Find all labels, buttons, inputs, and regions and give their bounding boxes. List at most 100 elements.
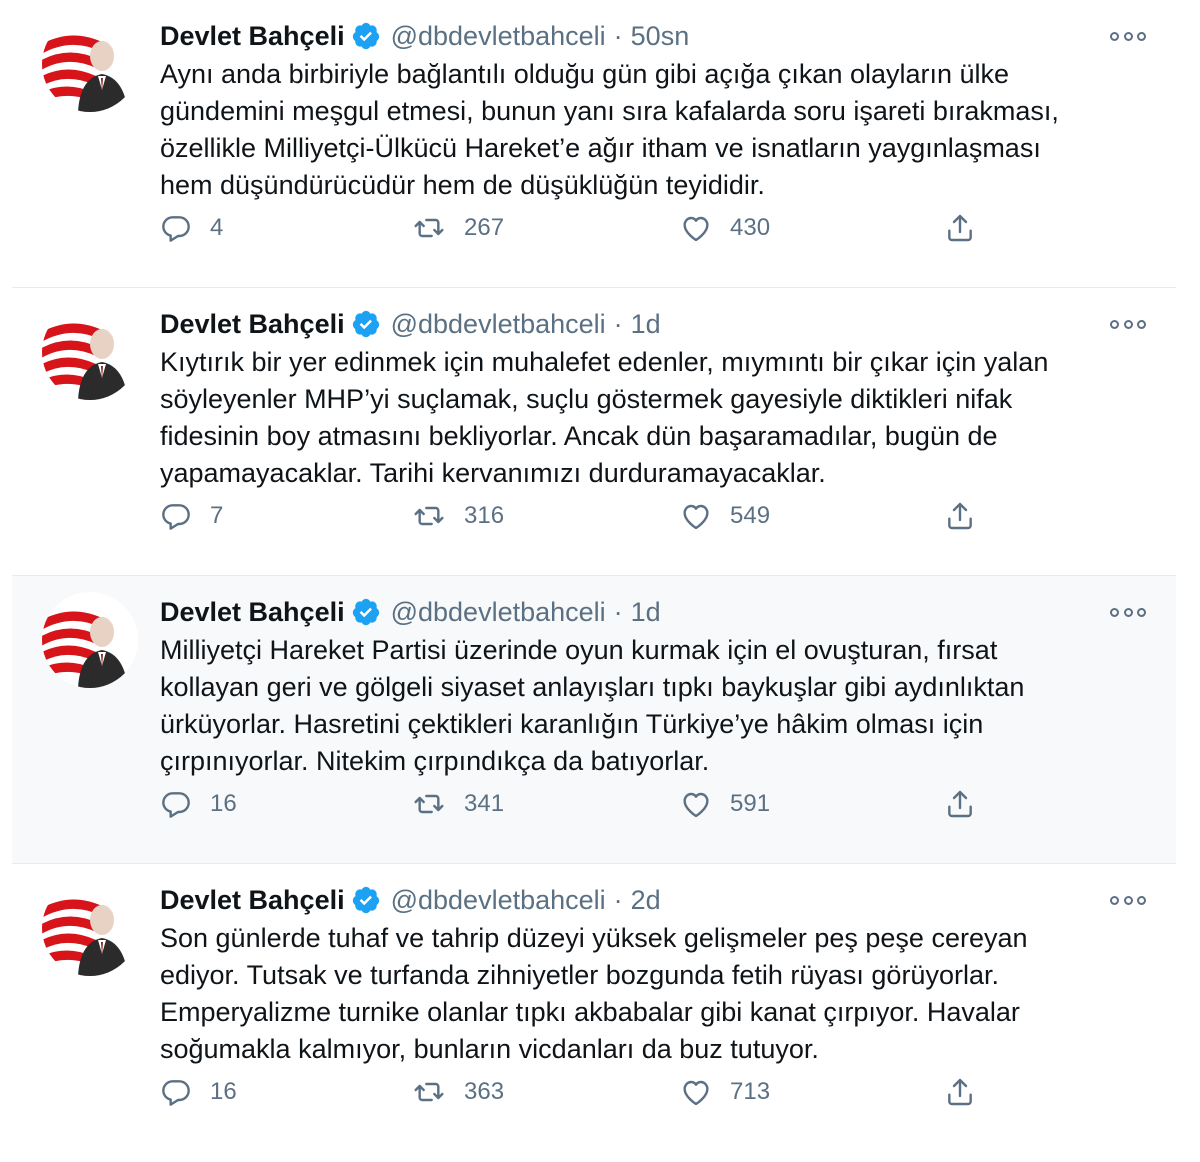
tweet-text-line: söyleyenler MHP’yi suçlamak, suçlu göste… (160, 384, 1013, 414)
tweet-text-line: ürküyorlar. Hasretini çektikleri karanlı… (160, 709, 984, 739)
tweet-text: Son günlerde tuhaf ve tahrip düzeyi yüks… (160, 920, 1150, 1068)
reply-icon (160, 212, 192, 244)
retweet-count: 341 (464, 790, 505, 817)
share-button[interactable] (944, 1074, 976, 1110)
retweet-button[interactable]: 316 (412, 498, 504, 534)
like-button[interactable]: 591 (680, 786, 770, 822)
share-icon (944, 1076, 976, 1108)
retweet-icon (412, 212, 446, 244)
tweet-text-line: yapamayacaklar. Tarihi kervanımızı durdu… (160, 458, 826, 488)
tweet-text-line: soğumakla kalmıyor, bunların vicdanları … (160, 1034, 819, 1064)
retweet-button[interactable]: 267 (412, 210, 504, 246)
more-options-icon[interactable] (1110, 602, 1146, 622)
tweet-card[interactable]: Devlet Bahçeli @dbdevletbahceli · 1d Kıy… (12, 288, 1176, 576)
tweet-card[interactable]: Devlet Bahçeli @dbdevletbahceli · 2d Son… (12, 864, 1176, 1144)
like-button[interactable]: 430 (680, 210, 770, 246)
like-count: 549 (730, 502, 771, 529)
retweet-icon (412, 788, 446, 820)
tweet-text-line: Emperyalizme turnike olanlar tıpkı akbab… (160, 997, 1020, 1027)
author-name[interactable]: Devlet Bahçeli (160, 597, 345, 628)
reply-button[interactable]: 16 (160, 1074, 237, 1110)
tweet-text-line: çırpınıyorlar. Nitekim çırpındıkça da ba… (160, 746, 710, 776)
retweet-button[interactable]: 363 (412, 1074, 504, 1110)
like-count: 430 (730, 214, 771, 241)
share-button[interactable] (944, 210, 976, 246)
reply-icon (160, 500, 192, 532)
tweet-text-line: Milliyetçi Hareket Partisi üzerinde oyun… (160, 635, 998, 665)
verified-badge-icon (351, 21, 381, 51)
author-handle[interactable]: @dbdevletbahceli (391, 885, 606, 916)
reply-icon (160, 1076, 192, 1108)
share-button[interactable] (944, 498, 976, 534)
tweet-timestamp[interactable]: 50sn (631, 21, 690, 52)
reply-button[interactable]: 4 (160, 210, 223, 246)
author-name[interactable]: Devlet Bahçeli (160, 21, 345, 52)
party-logo-portrait-icon (42, 880, 138, 976)
avatar[interactable] (42, 592, 138, 688)
heart-icon (680, 500, 712, 532)
author-name[interactable]: Devlet Bahçeli (160, 885, 345, 916)
share-icon (944, 500, 976, 532)
like-count: 591 (730, 790, 771, 817)
more-options-icon[interactable] (1110, 890, 1146, 910)
like-button[interactable]: 549 (680, 498, 770, 534)
author-handle[interactable]: @dbdevletbahceli (391, 21, 606, 52)
separator: · (613, 20, 623, 51)
tweet-text: Milliyetçi Hareket Partisi üzerinde oyun… (160, 632, 1150, 780)
share-button[interactable] (944, 786, 976, 822)
party-logo-portrait-icon (42, 16, 138, 112)
more-options-icon[interactable] (1110, 314, 1146, 334)
tweet-text-line: Kıytırık bir yer edinmek için muhalefet … (160, 347, 1049, 377)
avatar[interactable] (42, 304, 138, 400)
tweet-header: Devlet Bahçeli @dbdevletbahceli · 1d (160, 592, 661, 632)
reply-button[interactable]: 16 (160, 786, 237, 822)
reply-icon (160, 788, 192, 820)
verified-badge-icon (351, 309, 381, 339)
tweet-text: Kıytırık bir yer edinmek için muhalefet … (160, 344, 1150, 492)
tweet-timestamp[interactable]: 1d (631, 597, 661, 628)
more-options-icon[interactable] (1110, 26, 1146, 46)
author-name[interactable]: Devlet Bahçeli (160, 309, 345, 340)
party-logo-portrait-icon (42, 304, 138, 400)
tweet-timestamp[interactable]: 1d (631, 309, 661, 340)
share-icon (944, 212, 976, 244)
tweet-text-line: ediyor. Tutsak ve turfanda zihniyetler b… (160, 960, 999, 990)
author-handle[interactable]: @dbdevletbahceli (391, 309, 606, 340)
avatar[interactable] (42, 880, 138, 976)
tweet-actions: 16 341 591 (160, 786, 1000, 822)
tweet-text: Aynı anda birbiriyle bağlantılı olduğu g… (160, 56, 1150, 204)
party-logo-portrait-icon (42, 592, 138, 688)
tweet-text-line: Aynı anda birbiriyle bağlantılı olduğu g… (160, 59, 1010, 89)
reply-count: 4 (210, 214, 224, 241)
like-button[interactable]: 713 (680, 1074, 770, 1110)
separator: · (613, 596, 623, 627)
tweet-card[interactable]: Devlet Bahçeli @dbdevletbahceli · 1d Mil… (12, 576, 1176, 864)
reply-button[interactable]: 7 (160, 498, 223, 534)
verified-badge-icon (351, 597, 381, 627)
tweet-header: Devlet Bahçeli @dbdevletbahceli · 2d (160, 880, 661, 920)
tweet-text-line: gündemini meşgul etmesi, bunun yanı sıra… (160, 96, 1059, 126)
author-handle[interactable]: @dbdevletbahceli (391, 597, 606, 628)
tweet-timestamp[interactable]: 2d (631, 885, 661, 916)
separator: · (613, 884, 623, 915)
tweet-card[interactable]: Devlet Bahçeli @dbdevletbahceli · 50sn A… (12, 0, 1176, 288)
heart-icon (680, 788, 712, 820)
tweet-actions: 7 316 549 (160, 498, 1000, 534)
reply-count: 16 (210, 1078, 237, 1105)
heart-icon (680, 1076, 712, 1108)
reply-count: 16 (210, 790, 237, 817)
retweet-count: 363 (464, 1078, 505, 1105)
tweet-header: Devlet Bahçeli @dbdevletbahceli · 50sn (160, 16, 689, 56)
verified-badge-icon (351, 885, 381, 915)
retweet-count: 316 (464, 502, 505, 529)
tweet-text-line: özellikle Milliyetçi-Ülkücü Hareket’e ağ… (160, 133, 1041, 163)
tweet-text-line: kollayan geri ve gölgeli siyaset anlayış… (160, 672, 1025, 702)
tweet-text-line: fidesinin boy atmasını bekliyorlar. Anca… (160, 421, 998, 451)
share-icon (944, 788, 976, 820)
tweet-actions: 4 267 430 (160, 210, 1000, 246)
tweet-timeline: Devlet Bahçeli @dbdevletbahceli · 50sn A… (12, 0, 1176, 1144)
reply-count: 7 (210, 502, 224, 529)
avatar[interactable] (42, 16, 138, 112)
retweet-button[interactable]: 341 (412, 786, 504, 822)
retweet-icon (412, 1076, 446, 1108)
